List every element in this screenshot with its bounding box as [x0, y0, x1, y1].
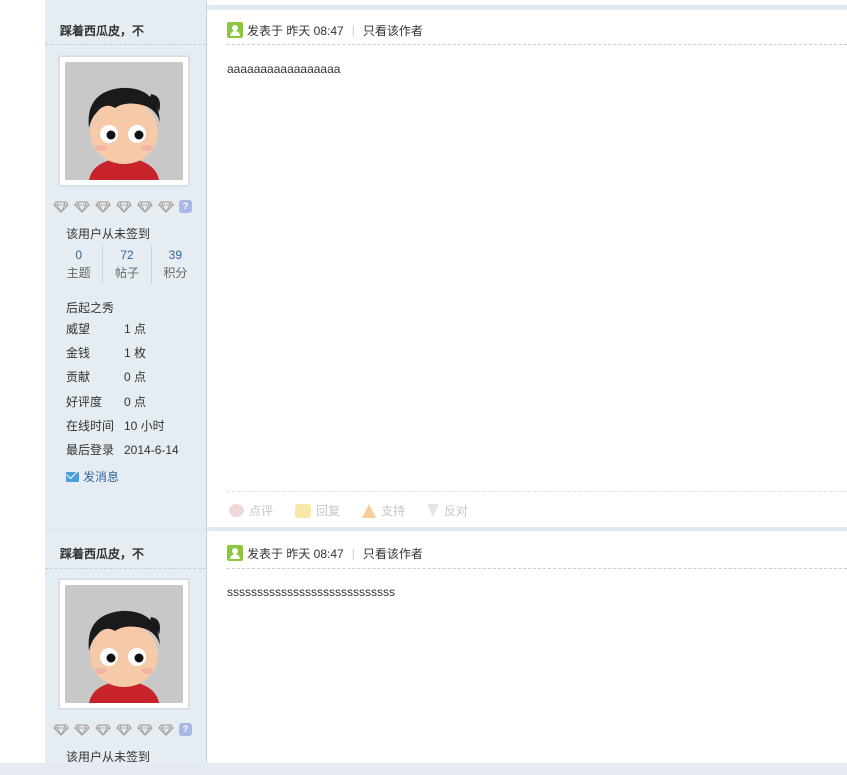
- user-rank[interactable]: 后起之秀: [66, 299, 114, 316]
- post-meta: 发表于 昨天 08:47 | 只看该作者: [227, 21, 423, 39]
- post-time: 发表于 昨天 08:47: [247, 546, 344, 561]
- author-only-link[interactable]: 只看该作者: [363, 545, 423, 562]
- meta-separator: |: [351, 23, 355, 37]
- profile-row: 贡献 0 点: [66, 368, 179, 392]
- stat-label: 主题: [66, 266, 91, 280]
- reply-button[interactable]: 回复: [295, 502, 340, 519]
- divider: [45, 568, 206, 569]
- profile-value: 2014-6-14: [124, 442, 179, 457]
- profile-key: 威望: [66, 322, 91, 336]
- arrow-down-icon: [427, 504, 440, 517]
- stat-value[interactable]: 72: [103, 246, 150, 264]
- stat-value[interactable]: 0: [55, 246, 102, 264]
- profile-row: 在线时间 10 小时: [66, 417, 179, 441]
- profile-row: 最后登录 2014-6-14: [66, 441, 179, 465]
- author-name[interactable]: 踩着西瓜皮，不: [60, 22, 144, 39]
- support-button[interactable]: 支持: [362, 502, 405, 519]
- profile-key: 最后登录: [66, 442, 115, 457]
- signin-status: 该用户从未签到: [66, 227, 151, 241]
- profile-key: 贡献: [66, 370, 91, 385]
- post-time: 发表于 昨天 08:47: [247, 23, 344, 38]
- user-level-stars: ?: [53, 722, 192, 738]
- signin-status: 该用户从未签到: [66, 750, 151, 763]
- reply-label: 回复: [316, 504, 341, 518]
- author-name[interactable]: 踩着西瓜皮，不: [60, 545, 144, 562]
- rate-button[interactable]: 点评: [229, 502, 273, 519]
- post-top-border: [45, 527, 206, 531]
- bottom-bar: [0, 763, 847, 775]
- divider: [45, 44, 206, 45]
- stat-value[interactable]: 39: [152, 246, 199, 264]
- profile-value: 1 枚: [124, 346, 147, 361]
- post-message: ssssssssssssssssssssssssssss: [227, 585, 395, 599]
- author-only-link[interactable]: 只看该作者: [363, 22, 423, 39]
- user-online-icon: [227, 545, 243, 561]
- diamond-icon: [116, 201, 132, 213]
- profile-key: 金钱: [66, 346, 91, 361]
- divider: [227, 491, 847, 492]
- avatar[interactable]: [59, 56, 189, 186]
- profile-key: 在线时间: [66, 418, 115, 433]
- stat-topics[interactable]: 0 主题: [55, 246, 102, 284]
- diamond-icon: [158, 201, 174, 213]
- diamond-icon: [137, 201, 153, 213]
- profile-key: 好评度: [66, 394, 103, 409]
- thread: 踩着西瓜皮，不 ? 该用户从未签到 0 主题 72 帖子 39 积分 后起之秀 …: [45, 0, 847, 763]
- user-online-icon: [227, 22, 243, 38]
- stat-points[interactable]: 39 积分: [150, 246, 199, 284]
- post-content-area: 发表于 昨天 08:47 | 只看该作者 sssssssssssssssssss…: [207, 527, 847, 763]
- send-message-label: 发消息: [83, 470, 120, 484]
- diamond-icon: [74, 201, 90, 213]
- profile-value: 1 点: [124, 322, 147, 336]
- stat-posts[interactable]: 72 帖子: [102, 246, 150, 284]
- post-top-border: [207, 527, 847, 531]
- diamond-icon: [95, 201, 111, 213]
- profile-row: 好评度 0 点: [66, 393, 179, 417]
- diamond-icon: [95, 724, 111, 736]
- post-meta: 发表于 昨天 08:47 | 只看该作者: [227, 544, 423, 562]
- help-badge-icon[interactable]: ?: [179, 200, 192, 214]
- send-message-link[interactable]: 发消息: [66, 468, 119, 485]
- comment-icon: [229, 504, 244, 517]
- stat-label: 帖子: [114, 266, 139, 280]
- diamond-icon: [158, 724, 174, 736]
- profile-value: 10 小时: [124, 418, 165, 433]
- support-label: 支持: [381, 504, 406, 518]
- oppose-button[interactable]: 反对: [427, 502, 468, 519]
- profile-row: 威望 1 点: [66, 320, 179, 344]
- post-top-border: [207, 5, 847, 10]
- diamond-icon: [137, 724, 153, 736]
- profile-row: 金钱 1 枚: [66, 344, 179, 368]
- profile-value: 0 点: [124, 370, 147, 385]
- diamond-icon: [53, 724, 69, 736]
- user-stats: 0 主题 72 帖子 39 积分: [55, 246, 199, 284]
- arrow-up-icon: [362, 503, 377, 518]
- profile-value: 0 点: [124, 394, 147, 409]
- meta-separator: |: [351, 546, 355, 560]
- divider: [227, 44, 847, 45]
- help-badge-icon[interactable]: ?: [179, 723, 192, 737]
- post-actions: 点评 回复 支持 反对: [229, 502, 490, 519]
- mail-icon: [66, 471, 79, 482]
- user-level-stars: ?: [53, 199, 192, 215]
- reply-icon: [295, 503, 312, 518]
- stat-label: 积分: [163, 266, 188, 280]
- diamond-icon: [53, 201, 69, 213]
- diamond-icon: [74, 724, 90, 736]
- diamond-icon: [116, 724, 132, 736]
- post: 踩着西瓜皮，不: [45, 0, 847, 527]
- oppose-label: 反对: [444, 504, 469, 518]
- post-sidebar: 踩着西瓜皮，不: [45, 0, 207, 527]
- post: 踩着西瓜皮，不: [45, 527, 847, 763]
- post-message: aaaaaaaaaaaaaaaaa: [227, 62, 341, 76]
- post-sidebar: 踩着西瓜皮，不: [45, 527, 207, 763]
- rate-label: 点评: [249, 504, 274, 518]
- divider: [227, 568, 847, 569]
- avatar[interactable]: [59, 579, 189, 709]
- user-profile: 威望 1 点 金钱 1 枚 贡献 0 点 好评度 0 点 在线时间 10 小时 最后登录 2…: [66, 320, 179, 465]
- post-content-area: 发表于 昨天 08:47 | 只看该作者 aaaaaaaaaaaaaaaaa 点…: [207, 0, 847, 527]
